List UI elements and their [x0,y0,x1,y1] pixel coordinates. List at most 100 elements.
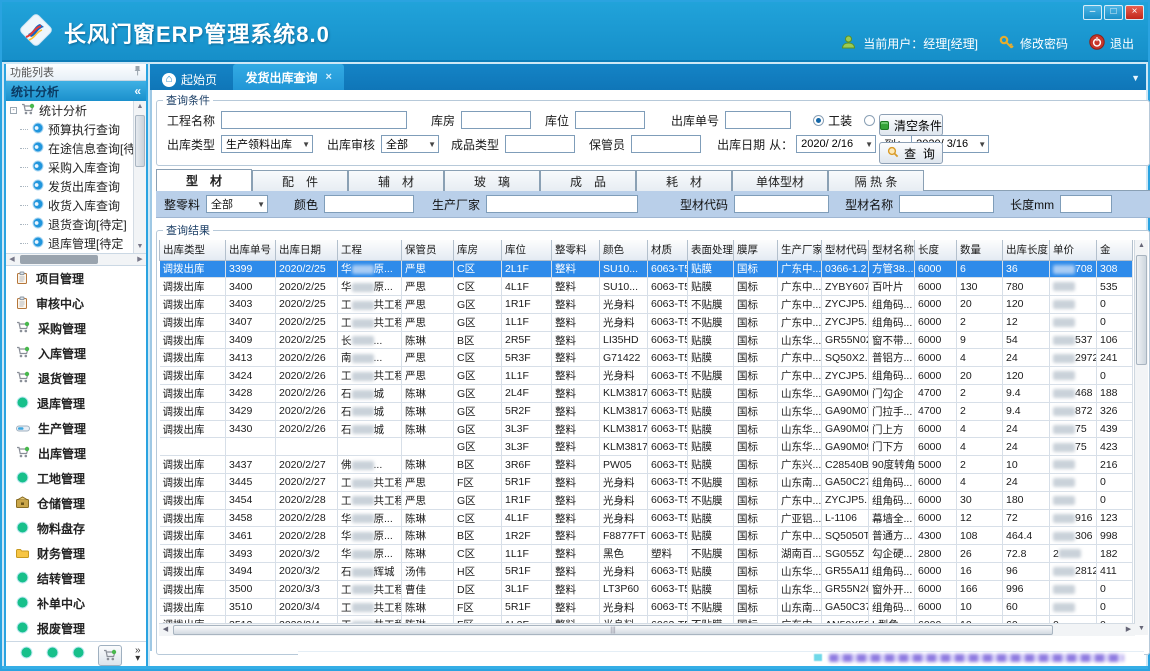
date-from-picker[interactable]: 2020/ 2/16▼ [796,135,876,153]
tab-close-icon[interactable]: × [325,71,331,83]
table-row[interactable]: 调拨出库34372020/2/27佛...陈琳B区3R6F整料PW056063-… [160,456,1133,474]
profile-name-input[interactable] [899,195,994,213]
keeper-input[interactable] [631,135,701,153]
manufacturer-input[interactable] [486,195,638,213]
product-type-input[interactable] [505,135,575,153]
tree-item-发货出库查询[interactable]: 发货出库查询 [6,177,146,196]
clear-conditions-button[interactable]: 清空条件 [879,114,943,136]
tree-vertical-scrollbar[interactable]: ▲ ▼ [133,101,146,253]
column-header-型材名称[interactable]: 型材名称 [869,240,915,260]
tree-item-退货查询[待定][interactable]: 退货查询[待定] [6,215,146,234]
tree-expander-icon[interactable]: - [10,107,17,114]
table-row[interactable]: G区3L3F整料KLM38176063-T5贴膜国标山东华...GA90M09.… [160,438,1133,456]
tree-root-statistics[interactable]: - 统计分析 [6,101,146,120]
column-header-膜厚[interactable]: 膜厚 [734,240,778,260]
column-header-长度[interactable]: 长度 [915,240,957,260]
material-tab-辅材[interactable]: 辅 材 [348,170,444,191]
color-input[interactable] [324,195,414,213]
collapse-icon[interactable]: « [134,84,141,98]
column-header-数量[interactable]: 数量 [957,240,1003,260]
outbound-type-select[interactable]: 生产领料出库▼ [221,135,313,153]
sidebar-item-出库管理[interactable]: 出库管理 [6,441,146,466]
column-header-保管员[interactable]: 保管员 [402,240,454,260]
column-header-材质[interactable]: 材质 [648,240,688,260]
scroll-up-arrow[interactable]: ▲ [1135,240,1148,252]
table-row[interactable]: 调拨出库35102020/3/4工共工程陈琳F区5R1F整料光身料6063-T5… [160,598,1133,616]
column-header-整零料[interactable]: 整零料 [552,240,600,260]
grid-vertical-scrollbar[interactable]: ▲ ▼ [1134,240,1148,635]
overflow-button[interactable]: »▾ [135,647,141,663]
tabstrip-dropdown-icon[interactable]: ▼ [1131,73,1140,83]
sidebar-item-财务管理[interactable]: 财务管理 [6,541,146,566]
material-tab-型材[interactable]: 型 材 [156,169,252,191]
tree-item-预算执行查询[interactable]: 预算执行查询 [6,120,146,139]
audit-select[interactable]: 全部▼ [381,135,439,153]
close-button[interactable]: × [1125,5,1144,20]
scrollbar-thumb[interactable]: ||| [173,625,1053,635]
sidebar-item-入库管理[interactable]: 入库管理 [6,341,146,366]
pin-icon[interactable] [133,65,142,79]
scrollbar-thumb[interactable] [135,115,145,167]
tree-item-收货入库查询[interactable]: 收货入库查询 [6,196,146,215]
logout-button[interactable]: 退出 [1089,34,1134,53]
dot-icon[interactable] [72,646,85,664]
search-button[interactable]: 查 询 [879,142,943,164]
table-row[interactable]: 调拨出库34942020/3/2石辉城汤伟H区5R1F整料光身料6063-T5贴… [160,563,1133,581]
table-row[interactable]: 调拨出库34542020/2/28工共工程严思G区1R1F整料光身料6063-T… [160,491,1133,509]
table-row[interactable]: 调拨出库34302020/2/26石城陈琳G区3L3F整料KLM38176063… [160,420,1133,438]
table-row[interactable]: 调拨出库34132020/2/26南...严思C区5R3F整料G71422606… [160,349,1133,367]
table-row[interactable]: 调拨出库35002020/3/3工共工程曹佳D区3L1F整料LT3P606063… [160,580,1133,598]
maximize-button[interactable]: □ [1104,5,1123,20]
sidebar-item-补单中心[interactable]: 补单中心 [6,591,146,616]
change-password-button[interactable]: 修改密码 [999,35,1068,53]
sidebar-item-工地管理[interactable]: 工地管理 [6,466,146,491]
table-row[interactable]: 调拨出库34092020/2/25长...陈琳B区2R5F整料LI35HD606… [160,331,1133,349]
sidebar-item-报废管理[interactable]: 报废管理 [6,616,146,641]
sidebar-item-审核中心[interactable]: 审核中心 [6,291,146,316]
table-row[interactable]: 调拨出库34282020/2/26石城陈琳G区2L4F整料KLM38176063… [160,385,1133,403]
sidebar-item-退库管理[interactable]: 退库管理 [6,391,146,416]
scrollbar-thumb[interactable] [20,255,98,264]
length-input[interactable] [1060,195,1112,213]
radio-gongzhuang[interactable]: 工装 [813,112,852,129]
sidebar-item-物料盘存[interactable]: 物料盘存 [6,516,146,541]
material-tab-配件[interactable]: 配 件 [252,170,348,191]
grid-horizontal-scrollbar[interactable]: ◀ ||| ▶ [159,623,1135,636]
dot-icon[interactable] [20,646,33,664]
material-tab-玻璃[interactable]: 玻 璃 [444,170,540,191]
sidebar-item-生产管理[interactable]: 生产管理 [6,416,146,441]
tree-item-采购入库查询[interactable]: 采购入库查询 [6,158,146,177]
scroll-left-arrow[interactable]: ◀ [159,624,172,636]
tree-item-在途信息查询[待[interactable]: 在途信息查询[待 [6,139,146,158]
tab-home[interactable]: ⌂ 起始页 [150,67,229,93]
project-name-input[interactable] [221,111,407,129]
column-header-出库长度[interactable]: 出库长度 [1003,240,1050,260]
sidebar-item-结转管理[interactable]: 结转管理 [6,566,146,591]
column-header-出库类型[interactable]: 出库类型 [160,240,226,260]
sidebar-item-采购管理[interactable]: 采购管理 [6,316,146,341]
column-header-生产厂家[interactable]: 生产厂家 [778,240,822,260]
scrollbar-thumb[interactable] [1136,255,1147,365]
scroll-right-arrow[interactable]: ▶ [1122,624,1135,636]
column-header-表面处理[interactable]: 表面处理 [688,240,734,260]
table-row[interactable]: 调拨出库34612020/2/28华原...陈琳B区1R2F整料F8877FT6… [160,527,1133,545]
whole-part-select[interactable]: 全部▼ [206,195,268,213]
scroll-left-arrow[interactable]: ◀ [6,254,18,265]
profile-code-input[interactable] [734,195,829,213]
material-tab-耗材[interactable]: 耗 材 [636,170,732,191]
table-row[interactable]: 调拨出库34452020/2/27工共工程严思F区5R1F整料光身料6063-T… [160,474,1133,492]
section-header-statistics[interactable]: 统计分析 « [6,81,146,101]
scroll-right-arrow[interactable]: ▶ [134,254,146,265]
table-row[interactable]: 调拨出库34582020/2/28华原...陈琳C区4L1F整料光身料6063-… [160,509,1133,527]
column-header-工程[interactable]: 工程 [338,240,402,260]
scroll-down-arrow[interactable]: ▼ [1135,623,1148,635]
cart-button[interactable] [98,645,122,666]
warehouse-input[interactable] [461,111,531,129]
order-no-input[interactable] [725,111,791,129]
sidebar-item-项目管理[interactable]: 项目管理 [6,266,146,291]
tree-horizontal-scrollbar[interactable]: ◀ ▶ [6,254,146,266]
material-tab-成品[interactable]: 成 品 [540,170,636,191]
table-row[interactable]: 调拨出库34242020/2/26工共工程严思G区1L1F整料光身料6063-T… [160,367,1133,385]
sidebar-item-退货管理[interactable]: 退货管理 [6,366,146,391]
column-header-型材代码[interactable]: 型材代码 [822,240,869,260]
